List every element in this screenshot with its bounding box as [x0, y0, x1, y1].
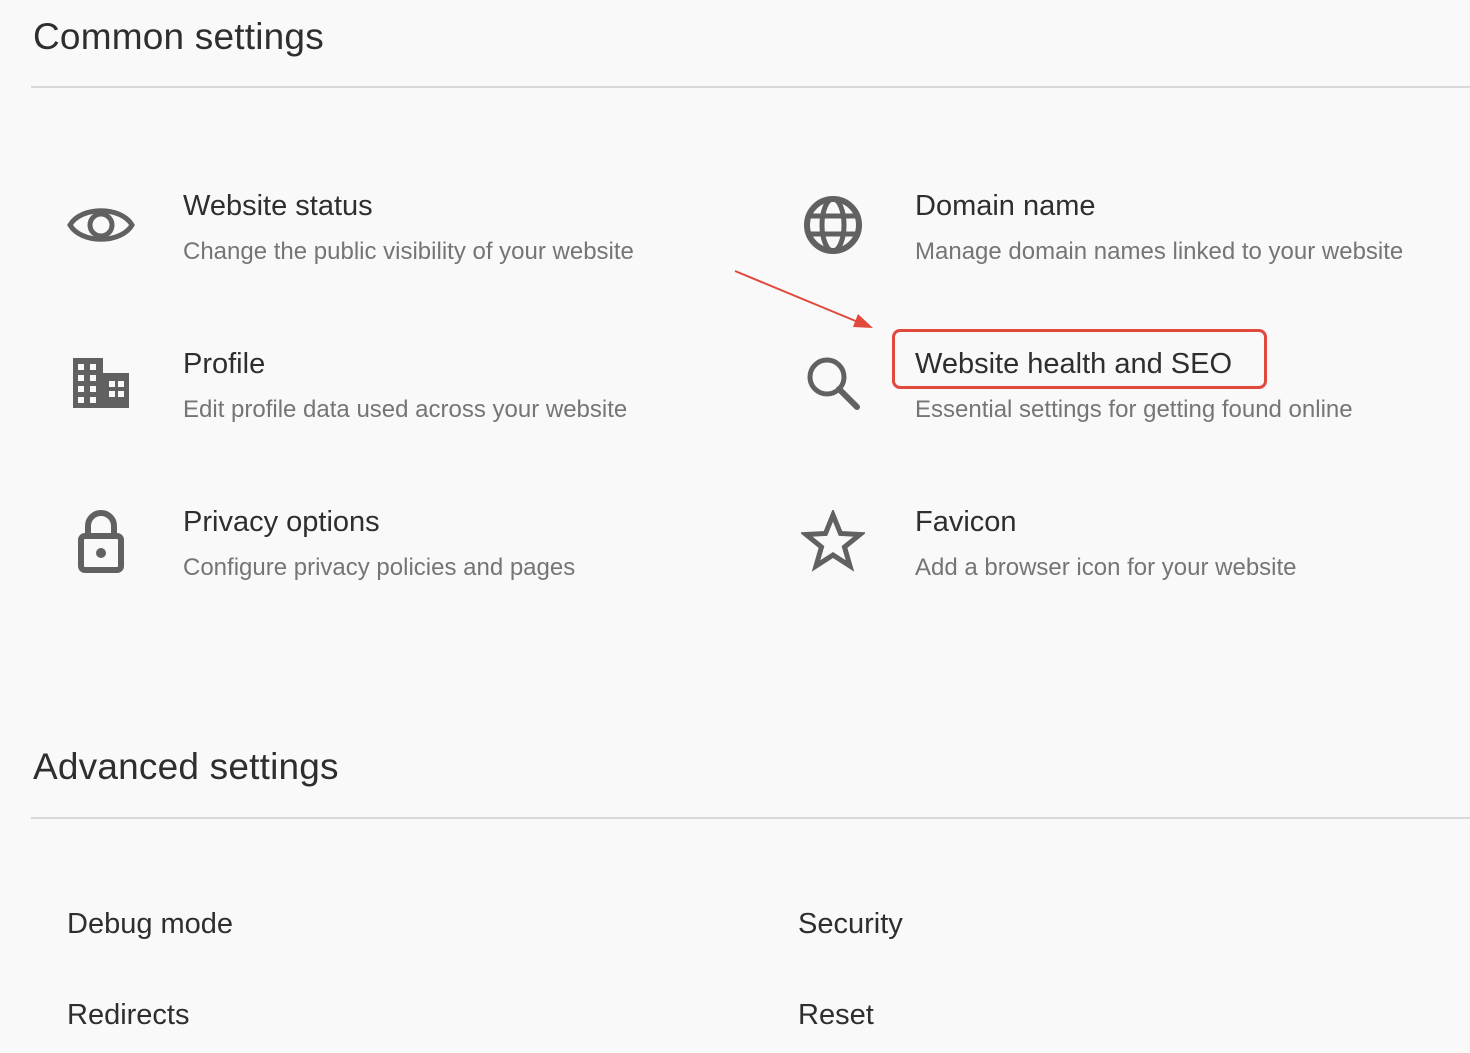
profile-title: Profile [183, 348, 266, 380]
eye-icon [66, 190, 136, 260]
website-status-desc: Change the public visibility of your web… [183, 238, 634, 265]
profile-desc: Edit profile data used across your websi… [183, 396, 628, 423]
setting-favicon[interactable]: Favicon Add a browser icon for your webs… [798, 506, 1438, 616]
favicon-title: Favicon [915, 506, 1017, 538]
building-icon [66, 348, 136, 418]
advanced-settings-divider [31, 817, 1470, 819]
favicon-desc: Add a browser icon for your website [915, 554, 1297, 581]
domain-name-title: Domain name [915, 190, 1096, 222]
privacy-options-desc: Configure privacy policies and pages [183, 554, 576, 581]
security-link[interactable]: Security [798, 908, 903, 941]
privacy-options-title: Privacy options [183, 506, 380, 538]
setting-profile[interactable]: Profile Edit profile data used across yo… [66, 348, 706, 458]
search-icon [798, 348, 868, 418]
lock-icon [66, 506, 136, 576]
setting-website-health-seo[interactable]: Website health and SEO Essential setting… [798, 348, 1438, 458]
setting-domain-name[interactable]: Domain name Manage domain names linked t… [798, 190, 1438, 300]
common-settings-divider [31, 86, 1470, 88]
website-health-seo-desc: Essential settings for getting found onl… [915, 396, 1353, 423]
debug-mode-link[interactable]: Debug mode [67, 908, 233, 941]
redirects-link[interactable]: Redirects [67, 999, 190, 1032]
website-health-seo-title: Website health and SEO [915, 348, 1233, 380]
star-icon [798, 506, 868, 576]
setting-privacy-options[interactable]: Privacy options Configure privacy polici… [66, 506, 706, 616]
domain-name-desc: Manage domain names linked to your websi… [915, 238, 1404, 265]
website-status-title: Website status [183, 190, 373, 222]
setting-website-status[interactable]: Website status Change the public visibil… [66, 190, 706, 300]
globe-icon [798, 190, 868, 260]
common-settings-title: Common settings [33, 16, 324, 57]
reset-link[interactable]: Reset [798, 999, 874, 1032]
advanced-settings-title: Advanced settings [33, 746, 339, 787]
